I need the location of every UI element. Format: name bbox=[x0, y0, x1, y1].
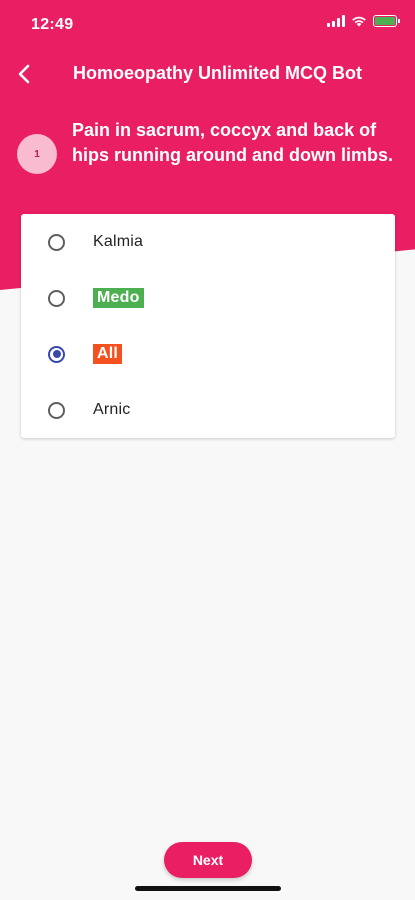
next-button[interactable]: Next bbox=[164, 842, 252, 878]
option-label-correct: Medo bbox=[93, 288, 144, 308]
option-label: Arnic bbox=[93, 401, 131, 418]
radio-button[interactable] bbox=[48, 233, 65, 251]
status-bar: 12:49 bbox=[0, 0, 415, 48]
option-label-wrong: All bbox=[93, 344, 123, 364]
back-button[interactable] bbox=[10, 60, 38, 88]
chevron-left-icon bbox=[18, 64, 30, 84]
radio-button[interactable] bbox=[48, 289, 65, 307]
option-all[interactable]: All bbox=[21, 326, 395, 382]
option-label: Kalmia bbox=[93, 233, 144, 250]
signal-icon bbox=[327, 15, 345, 27]
radio-button[interactable] bbox=[48, 401, 65, 419]
question-text: Pain in sacrum, coccyx and back of hips … bbox=[72, 120, 393, 165]
radio-button-selected[interactable] bbox=[48, 345, 65, 363]
home-indicator bbox=[135, 886, 281, 891]
options-card: Kalmia Medo All Arnic bbox=[21, 214, 395, 438]
question-number-badge: 1 bbox=[17, 134, 57, 174]
app-title: Homoeopathy Unlimited MCQ Bot bbox=[73, 63, 362, 83]
app-bar: Homoeopathy Unlimited MCQ Bot bbox=[0, 52, 415, 96]
battery-icon bbox=[373, 15, 400, 27]
status-time: 12:49 bbox=[31, 16, 74, 33]
status-icons bbox=[327, 15, 400, 27]
option-medo[interactable]: Medo bbox=[21, 270, 395, 326]
option-arnic[interactable]: Arnic bbox=[21, 382, 395, 438]
wifi-icon bbox=[352, 16, 366, 27]
option-kalmia[interactable]: Kalmia bbox=[21, 214, 395, 270]
